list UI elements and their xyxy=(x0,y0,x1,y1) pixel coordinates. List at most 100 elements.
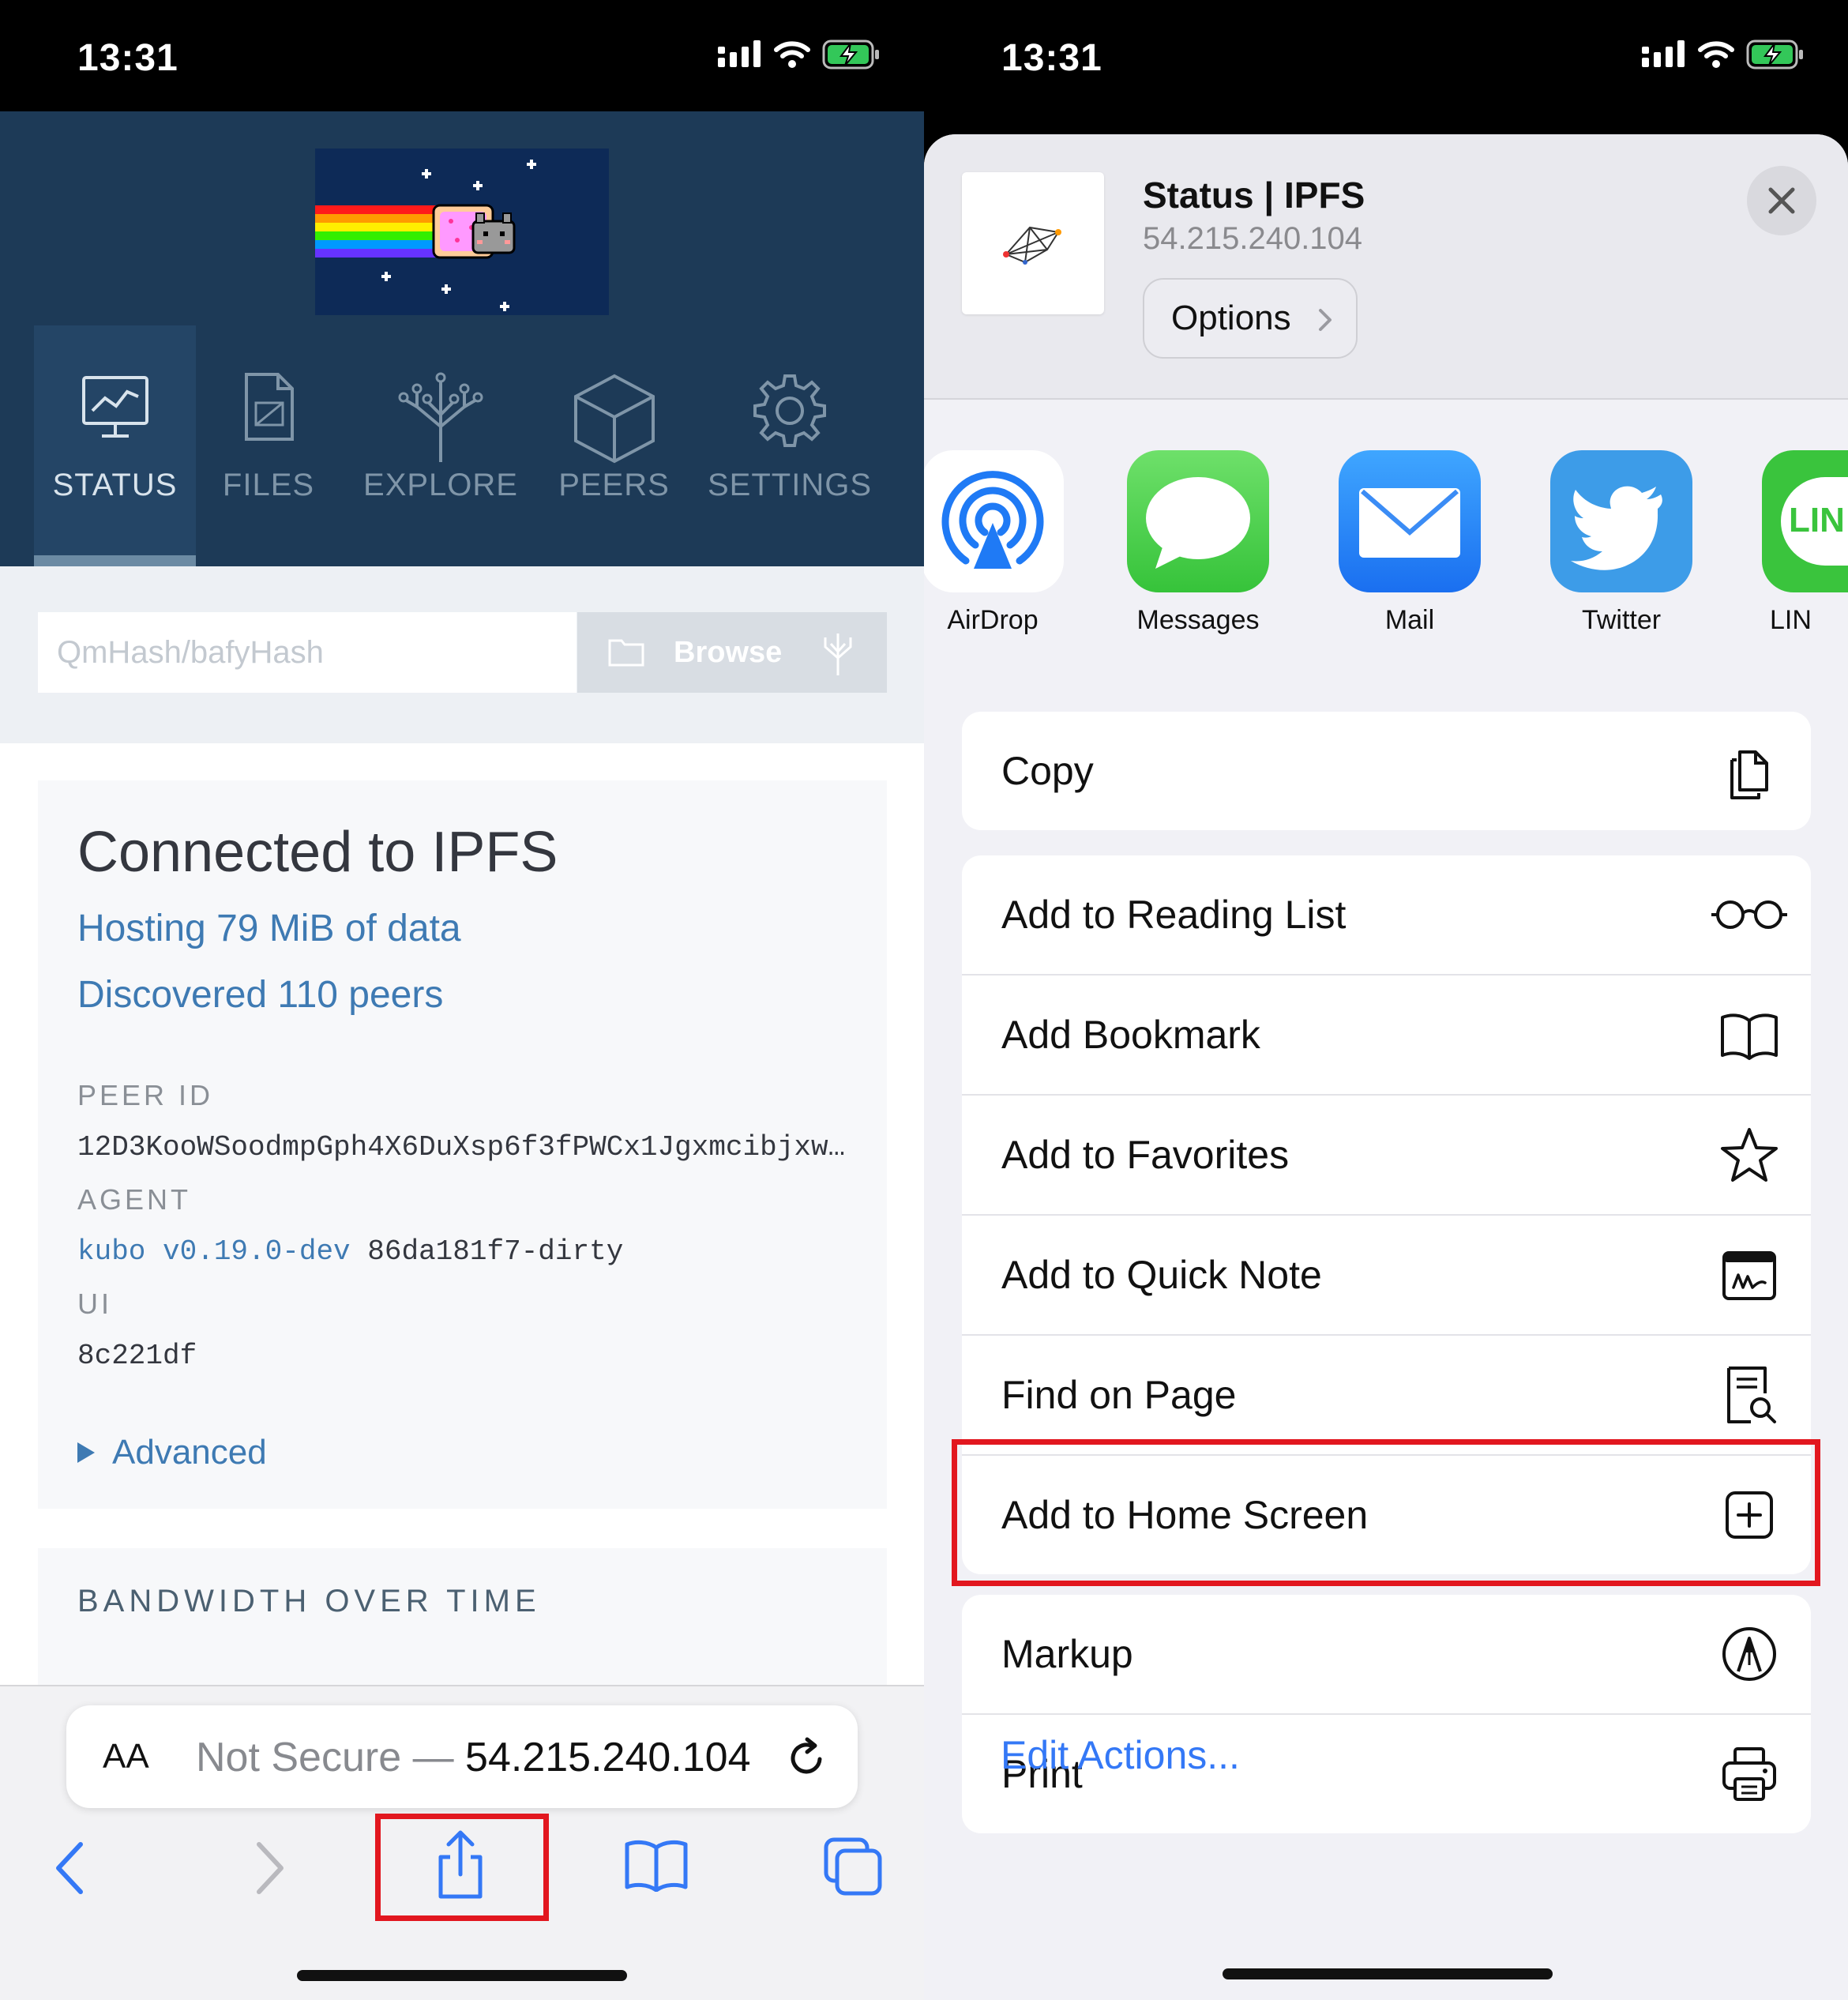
bookmarks-icon[interactable] xyxy=(624,1838,689,1892)
star-icon xyxy=(1721,1128,1778,1182)
tab-files-label: FILES xyxy=(222,468,315,502)
twitter-icon xyxy=(1550,450,1692,592)
bandwidth-card: BANDWIDTH OVER TIME xyxy=(38,1548,887,1690)
tab-explore[interactable]: EXPLORE xyxy=(354,325,528,566)
cid-search-input[interactable]: QmHash/bafyHash xyxy=(38,612,577,693)
reader-aa-button[interactable]: AA xyxy=(103,1737,149,1776)
book-icon xyxy=(1721,1013,1778,1060)
markup-pen-icon xyxy=(1722,1627,1776,1681)
agent-version-link[interactable]: kubo v0.19.0-dev xyxy=(77,1235,351,1268)
reading-list-label: Add to Reading List xyxy=(1001,893,1347,937)
share-app-mail[interactable]: Mail xyxy=(1339,450,1481,635)
explore-tree-small-icon xyxy=(824,633,852,675)
airdrop-icon xyxy=(924,450,1064,592)
home-indicator-right xyxy=(1223,1968,1553,1979)
files-icon xyxy=(245,373,294,441)
close-button[interactable] xyxy=(1747,166,1816,235)
status-bar: 13:31 xyxy=(0,0,924,111)
share-sheet-screen: 13:31 Status | IPFS 54.215.240.104 Optio… xyxy=(924,0,1848,2000)
copy-label: Copy xyxy=(1001,749,1094,793)
explore-tree-icon xyxy=(398,372,483,462)
advanced-toggle[interactable]: Advanced xyxy=(77,1433,267,1472)
share-button-highlight xyxy=(375,1814,549,1921)
ipfs-webui-screen: 13:31 STATUS FILES EXPLORE PEERS SETTING… xyxy=(0,0,924,2000)
close-icon xyxy=(1768,187,1795,214)
address-bar[interactable]: AA Not Secure — 54.215.240.104 xyxy=(66,1705,858,1808)
share-app-messages[interactable]: Messages xyxy=(1127,450,1269,635)
agent-label: AGENT xyxy=(77,1183,192,1216)
find-document-icon xyxy=(1727,1367,1776,1423)
status-bar-right: 13:31 xyxy=(924,0,1848,111)
connection-heading: Connected to IPFS xyxy=(77,821,558,884)
tab-status[interactable]: STATUS xyxy=(34,325,196,566)
share-app-line[interactable]: LIN LIN xyxy=(1762,450,1848,635)
bandwidth-title: BANDWIDTH OVER TIME xyxy=(77,1584,541,1618)
tab-files[interactable]: FILES xyxy=(205,325,332,566)
address-host: 54.215.240.104 xyxy=(465,1735,751,1780)
markup-label: Markup xyxy=(1001,1632,1133,1676)
search-band: QmHash/bafyHash Browse xyxy=(0,566,924,743)
nyan-cat-logo xyxy=(315,148,609,315)
tabs-icon[interactable] xyxy=(823,1836,883,1897)
node-status-card: Connected to IPFS Hosting 79 MiB of data… xyxy=(38,780,887,1509)
quick-note-label: Add to Quick Note xyxy=(1001,1253,1322,1297)
messages-icon xyxy=(1127,450,1269,592)
share-app-airdrop[interactable]: AirDrop xyxy=(924,450,1064,635)
options-button[interactable]: Options xyxy=(1143,278,1358,359)
address-text: Not Secure — 54.215.240.104 xyxy=(196,1734,751,1781)
peers-cube-icon xyxy=(573,374,655,464)
ui-label: UI xyxy=(77,1288,112,1320)
copy-icon xyxy=(1730,750,1768,799)
mail-label: Mail xyxy=(1384,605,1435,635)
browse-button[interactable]: Browse xyxy=(577,612,887,693)
chevron-right-icon xyxy=(1319,309,1332,331)
add-bookmark-label: Add Bookmark xyxy=(1001,1013,1260,1057)
folder-icon xyxy=(608,639,644,667)
tab-settings[interactable]: SETTINGS xyxy=(699,325,881,566)
share-app-twitter[interactable]: Twitter xyxy=(1550,450,1692,635)
page-thumbnail xyxy=(962,172,1104,314)
not-secure-text: Not Secure — xyxy=(196,1735,466,1780)
hosting-link[interactable]: Hosting 79 MiB of data xyxy=(77,907,461,950)
share-sheet-header: Status | IPFS 54.215.240.104 Options xyxy=(924,134,1848,400)
shared-page-title: Status | IPFS xyxy=(1143,175,1365,216)
advanced-label: Advanced xyxy=(112,1433,267,1472)
glasses-icon xyxy=(1711,900,1787,929)
action-reading-list[interactable]: Add to Reading List xyxy=(962,855,1811,976)
peers-link[interactable]: Discovered 110 peers xyxy=(77,973,443,1017)
action-markup[interactable]: Markup xyxy=(962,1595,1811,1715)
share-sheet: Status | IPFS 54.215.240.104 Options Air… xyxy=(924,134,1848,2000)
twitter-label: Twitter xyxy=(1581,605,1662,635)
cellular-signal-icon xyxy=(1642,40,1685,67)
back-arrow-icon[interactable] xyxy=(51,1836,90,1900)
tab-peers[interactable]: PEERS xyxy=(549,325,679,566)
agent-commit: 86da181f7-dirty xyxy=(367,1235,624,1268)
shared-page-host: 54.215.240.104 xyxy=(1143,221,1363,256)
forward-arrow-icon[interactable] xyxy=(250,1836,289,1900)
home-indicator xyxy=(297,1970,627,1981)
edit-actions-link[interactable]: Edit Actions... xyxy=(1001,1732,1240,1778)
action-add-favorites[interactable]: Add to Favorites xyxy=(962,1096,1811,1216)
tab-settings-label: SETTINGS xyxy=(707,468,873,502)
airdrop-label: AirDrop xyxy=(947,605,1039,635)
markup-print-group: Markup Print xyxy=(962,1595,1811,1833)
reload-icon[interactable] xyxy=(785,1735,829,1780)
tab-explore-label: EXPLORE xyxy=(363,468,518,502)
ipfs-network-graph-icon xyxy=(1003,226,1061,265)
action-find-on-page[interactable]: Find on Page xyxy=(962,1336,1811,1456)
action-add-bookmark[interactable]: Add Bookmark xyxy=(962,976,1811,1096)
battery-charging-icon xyxy=(1746,39,1803,70)
status-time: 13:31 xyxy=(77,37,178,79)
action-copy[interactable]: Copy xyxy=(962,712,1811,830)
options-label: Options xyxy=(1171,299,1291,337)
add-favorites-label: Add to Favorites xyxy=(1001,1133,1290,1177)
active-tab-indicator xyxy=(34,555,196,566)
messages-label: Messages xyxy=(1136,605,1260,635)
status-monitor-icon xyxy=(81,376,148,438)
peer-id-label: PEER ID xyxy=(77,1079,214,1111)
action-quick-note[interactable]: Add to Quick Note xyxy=(962,1216,1811,1336)
ui-version: 8c221df xyxy=(77,1340,197,1372)
printer-icon xyxy=(1722,1747,1776,1801)
peer-id-value: 12D3KooWSoodmpGph4X6DuXsp6f3fPWCx1Jgxmci… xyxy=(77,1131,846,1164)
status-time-right: 13:31 xyxy=(1001,37,1102,79)
